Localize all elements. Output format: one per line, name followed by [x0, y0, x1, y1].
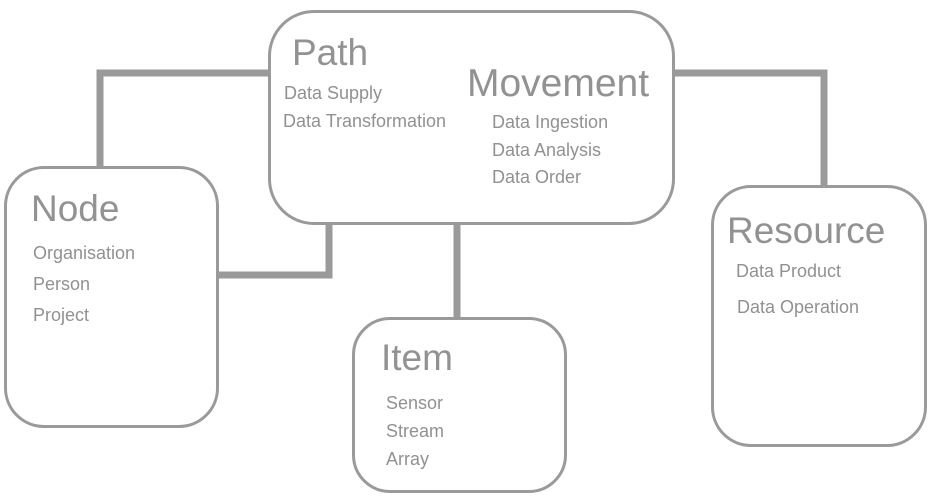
path-item: Data Supply: [284, 83, 383, 103]
edge-path-resource: [672, 69, 828, 188]
edge-path-node-top: [96, 69, 270, 168]
item-item: Stream: [386, 421, 445, 441]
item-item: Array: [386, 449, 430, 469]
resource-item: Data Product: [736, 261, 842, 281]
path-title: Path: [292, 32, 369, 73]
resource-item: Data Operation: [737, 297, 860, 317]
node-item: Organisation: [33, 243, 136, 263]
node-item: Person: [33, 274, 91, 294]
movement-item: Data Order: [492, 167, 582, 187]
item-title: Item: [381, 337, 453, 378]
node-title: Node: [31, 188, 120, 229]
path-item: Data Transformation: [283, 111, 447, 131]
movement-item: Data Ingestion: [492, 112, 609, 132]
diagram: Path Data Supply Data Transformation Mov…: [0, 0, 930, 500]
resource-title: Resource: [727, 210, 886, 251]
movement-item: Data Analysis: [492, 140, 602, 160]
movement-title: Movement: [467, 62, 650, 105]
node-item: Project: [33, 305, 90, 325]
item-item: Sensor: [386, 393, 444, 413]
edge-path-node-side: [216, 222, 333, 279]
